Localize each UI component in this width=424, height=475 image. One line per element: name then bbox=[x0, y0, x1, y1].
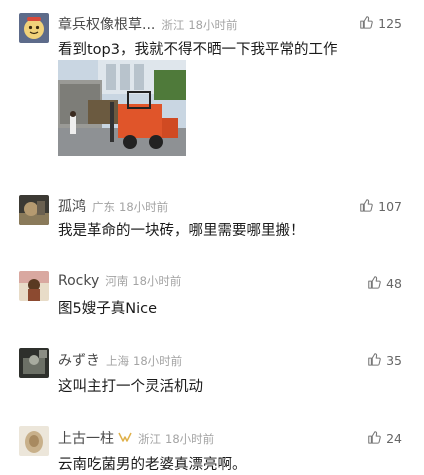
comment-text: 图5嫂子真Nice bbox=[58, 301, 157, 317]
like-button[interactable]: 35 bbox=[367, 351, 402, 370]
username[interactable]: 孤鸿 bbox=[58, 196, 86, 216]
username[interactable]: 章兵权像根草... bbox=[58, 14, 155, 34]
avatar[interactable] bbox=[19, 426, 49, 456]
thumbs-up-icon bbox=[359, 14, 373, 33]
thumbs-up-icon bbox=[367, 351, 381, 370]
comment-text: 云南吃菌男的老婆真漂亮啊。 bbox=[58, 457, 247, 473]
like-count: 24 bbox=[386, 431, 402, 446]
thumbs-up-icon bbox=[367, 274, 381, 293]
comment-text: 我是革命的一块砖，哪里需要哪里搬！ bbox=[58, 223, 305, 239]
like-button[interactable]: 48 bbox=[367, 274, 402, 293]
avatar[interactable] bbox=[19, 348, 49, 378]
timestamp: 18小时前 bbox=[132, 274, 182, 288]
username[interactable]: Rocky bbox=[58, 273, 99, 289]
like-count: 125 bbox=[378, 16, 402, 31]
comment-text: 这叫主打一个灵活机动 bbox=[58, 379, 203, 395]
location: 浙江 bbox=[138, 432, 161, 446]
timestamp: 18小时前 bbox=[165, 432, 215, 446]
like-count: 48 bbox=[386, 276, 402, 291]
avatar[interactable] bbox=[19, 195, 49, 225]
location: 河南 bbox=[105, 274, 129, 288]
avatar[interactable] bbox=[19, 271, 49, 301]
like-button[interactable]: 125 bbox=[359, 14, 402, 33]
timestamp: 18小时前 bbox=[119, 200, 169, 214]
comment-image[interactable] bbox=[58, 60, 186, 156]
avatar[interactable] bbox=[19, 13, 49, 43]
like-count: 35 bbox=[386, 353, 402, 368]
thumbs-up-icon bbox=[367, 429, 381, 448]
username[interactable]: みずき bbox=[58, 350, 100, 370]
comment-text: 看到top3，我就不得不晒一下我平常的工作 bbox=[58, 42, 338, 58]
thumbs-up-icon bbox=[359, 197, 373, 216]
location: 浙江 bbox=[161, 18, 185, 32]
like-button[interactable]: 107 bbox=[359, 197, 402, 216]
location: 上海 bbox=[106, 354, 129, 368]
timestamp: 18小时前 bbox=[188, 18, 238, 32]
like-button[interactable]: 24 bbox=[367, 429, 402, 448]
verified-badge-icon bbox=[118, 431, 132, 446]
timestamp: 18小时前 bbox=[133, 354, 183, 368]
username[interactable]: 上古一柱 bbox=[58, 428, 114, 448]
like-count: 107 bbox=[378, 199, 402, 214]
location: 广东 bbox=[92, 200, 115, 214]
